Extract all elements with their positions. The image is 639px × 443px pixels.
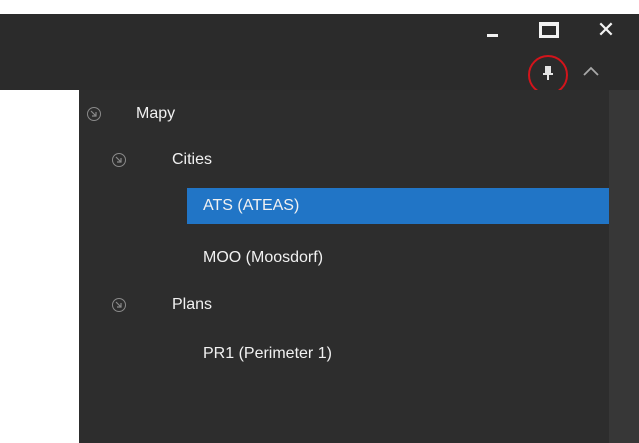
tree-node-label: Mapy [136, 105, 176, 122]
close-button[interactable]: ✕ [593, 18, 619, 42]
collapse-button[interactable] [580, 62, 602, 84]
chevron-up-icon [582, 64, 600, 82]
circle-arrow-icon[interactable] [87, 107, 101, 121]
tree-item-moo[interactable]: MOO (Moosdorf) [187, 240, 609, 276]
close-icon: ✕ [596, 17, 616, 42]
tree-node-plans[interactable]: Plans [79, 287, 609, 323]
pin-icon [542, 65, 554, 85]
tree-item-label: MOO (Moosdorf) [203, 249, 324, 266]
maximize-button[interactable] [536, 18, 562, 42]
tree-item-ats[interactable]: ATS (ATEAS) [187, 188, 609, 224]
tree-node-cities[interactable]: Cities [79, 142, 609, 178]
tree-item-pr1[interactable]: PR1 (Perimeter 1) [187, 336, 609, 372]
panel-edge [609, 90, 639, 443]
circle-arrow-icon[interactable] [112, 153, 126, 167]
tree-item-label: PR1 (Perimeter 1) [203, 345, 332, 362]
top-strip [0, 0, 639, 14]
tree-node-mapy[interactable]: Mapy [79, 96, 609, 132]
minimize-icon [486, 33, 498, 37]
tree-item-label: ATS (ATEAS) [203, 197, 300, 214]
tree-node-label: Cities [172, 151, 213, 168]
minimize-button[interactable] [479, 18, 505, 42]
tree-node-label: Plans [172, 296, 213, 313]
circle-arrow-icon[interactable] [112, 298, 126, 312]
pin-button[interactable] [528, 55, 568, 95]
left-pane [0, 90, 79, 443]
maximize-icon [539, 22, 559, 38]
